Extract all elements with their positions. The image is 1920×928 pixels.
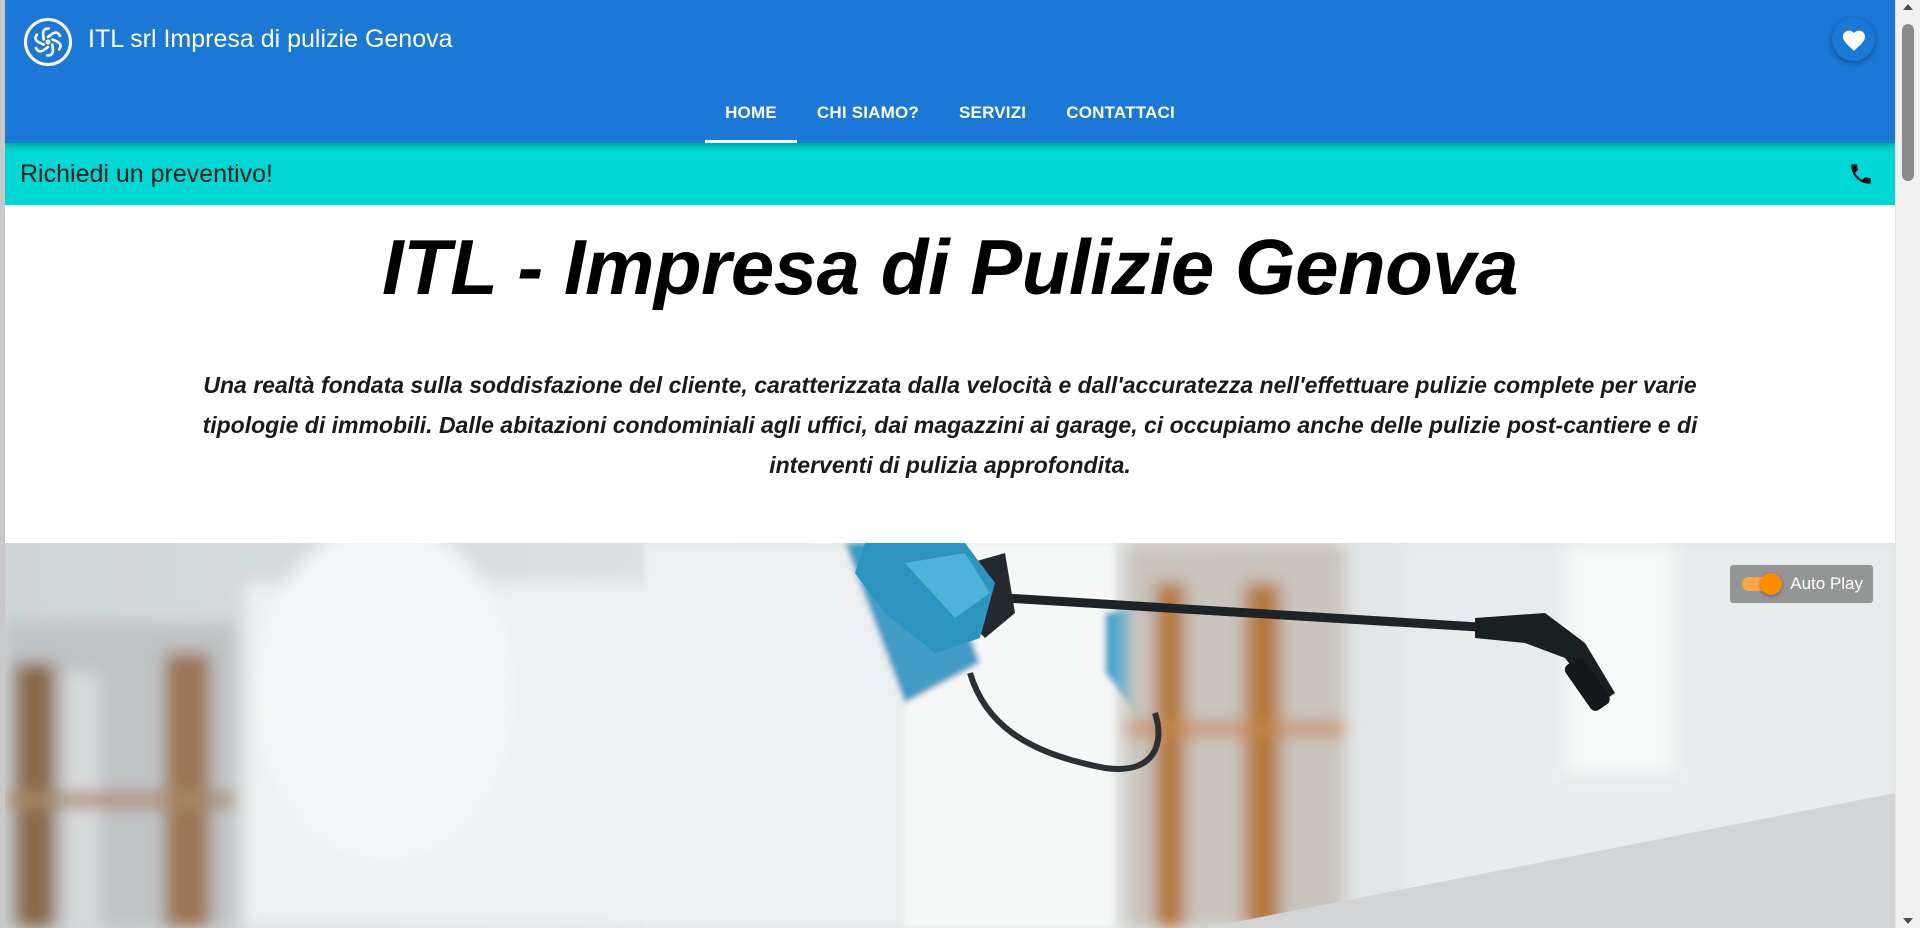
scroll-down-arrow-icon[interactable] (1903, 918, 1913, 924)
quote-request-bar[interactable]: Richiedi un preventivo! (5, 143, 1895, 205)
autoplay-toggle[interactable] (1742, 573, 1783, 595)
page: ITL srl Impresa di pulizie Genova HOME C… (5, 0, 1895, 928)
vertical-scrollbar[interactable] (1895, 0, 1920, 928)
site-title[interactable]: ITL srl Impresa di pulizie Genova (88, 25, 453, 54)
autoplay-control[interactable]: Auto Play (1730, 565, 1873, 603)
cleaning-sprayer-photo (5, 543, 1895, 928)
quote-request-text[interactable]: Richiedi un preventivo! (20, 160, 273, 189)
page-title: ITL - Impresa di Pulizie Genova (381, 223, 1519, 311)
heart-icon (1842, 30, 1865, 51)
site-header: ITL srl Impresa di pulizie Genova HOME C… (5, 0, 1895, 143)
toggle-knob (1760, 573, 1783, 595)
main-nav: HOME CHI SIAMO? SERVIZI CONTATTACI (5, 92, 1895, 143)
phone-icon[interactable] (1848, 161, 1874, 187)
tab-chi-siamo[interactable]: CHI SIAMO? (797, 92, 939, 143)
autoplay-label: Auto Play (1790, 574, 1863, 593)
scroll-up-arrow-icon[interactable] (1903, 4, 1913, 10)
hero-slideshow[interactable]: Auto Play (5, 543, 1895, 928)
favorite-button[interactable] (1832, 18, 1875, 61)
tab-home[interactable]: HOME (705, 92, 797, 143)
scroll-thumb[interactable] (1902, 24, 1914, 181)
intro-paragraph: Una realtà fondata sulla soddisfazione d… (202, 372, 1698, 478)
tab-contattaci[interactable]: CONTATTACI (1046, 92, 1195, 143)
tab-servizi[interactable]: SERVIZI (939, 92, 1046, 143)
swirl-logo-icon[interactable] (24, 18, 72, 66)
